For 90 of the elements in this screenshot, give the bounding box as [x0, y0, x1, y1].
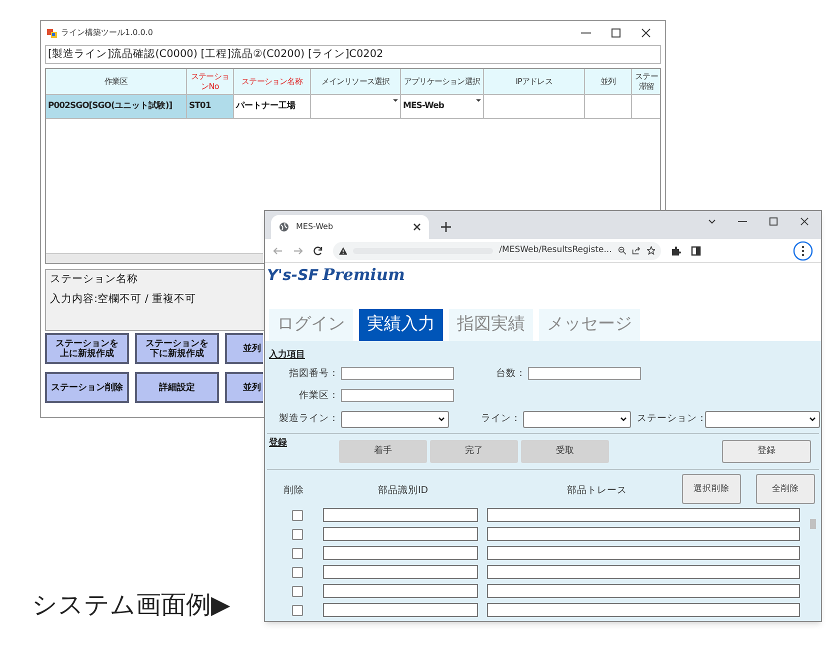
column-header: 部品識別ID	[376, 484, 430, 498]
action-button[interactable]: 並列	[225, 333, 263, 364]
chevron-down-icon	[438, 417, 445, 422]
action-button[interactable]: ステーションを 上に新規作成	[45, 333, 129, 364]
puzzle-icon[interactable]	[671, 246, 681, 256]
register-button[interactable]: 登録	[722, 440, 811, 463]
close-icon[interactable]	[800, 217, 809, 226]
maximize-icon[interactable]	[611, 28, 621, 38]
column-header: 削除	[283, 484, 305, 498]
chevron-down-icon	[809, 417, 816, 422]
input-field[interactable]	[323, 603, 478, 617]
action-button[interactable]: 詳細設定	[135, 372, 219, 403]
chevron-down-icon	[620, 417, 627, 422]
table-cell: P002SGO[SGO(ユニット試験)]	[46, 95, 187, 119]
checkbox[interactable]	[292, 548, 303, 558]
select-field[interactable]	[705, 411, 820, 428]
warning-icon	[339, 246, 348, 254]
dropdown-arrow-icon	[476, 99, 481, 102]
globe-icon	[279, 222, 289, 232]
horizontal-scrollbar[interactable]	[46, 253, 263, 263]
tab-title: MES-Web	[296, 221, 334, 233]
action-button[interactable]: 並列	[225, 372, 263, 403]
reload-icon[interactable]	[313, 246, 323, 256]
nav-tab[interactable]: 実績入力	[359, 309, 443, 341]
side-panel-icon[interactable]	[691, 246, 701, 256]
table-cell: パートナー工場	[234, 95, 311, 119]
dropdown-cell[interactable]: MES-Web	[401, 95, 484, 119]
select-field[interactable]	[523, 411, 631, 428]
field-label: ライン：	[480, 412, 522, 426]
back-arrow-icon[interactable]	[273, 246, 283, 256]
input-field[interactable]	[487, 584, 800, 598]
share-icon[interactable]	[632, 246, 641, 255]
logo: Y's-SF Premium	[266, 264, 406, 283]
input-field[interactable]	[323, 527, 478, 541]
close-icon[interactable]	[641, 28, 651, 38]
column-header: 部品トレース	[566, 484, 628, 498]
dropdown-arrow-icon	[393, 99, 398, 102]
address-bar[interactable]: /MESWeb/ResultsRegiste...	[333, 242, 661, 260]
zoom-icon[interactable]	[618, 246, 626, 255]
info-title: ステーション名称	[50, 272, 138, 287]
input-field[interactable]	[487, 565, 800, 579]
dropdown-cell[interactable]	[311, 95, 401, 119]
url-text: /MESWeb/ResultsRegiste...	[499, 244, 612, 257]
caption: システム画面例▶	[32, 589, 230, 621]
chevron-down-icon[interactable]	[708, 218, 716, 224]
action-button[interactable]: 着手	[339, 440, 427, 463]
new-tab-icon[interactable]	[441, 222, 451, 232]
field-label: ステーション：	[637, 412, 705, 426]
input-field[interactable]	[487, 546, 800, 560]
field-label: 台数：	[495, 366, 527, 380]
input-field[interactable]	[341, 389, 454, 402]
forward-arrow-icon[interactable]	[293, 246, 303, 256]
browser-tab[interactable]: MES-Web	[271, 215, 429, 239]
breadcrumb: [製造ライン]流品確認(C0000) [工程]流品②(C0200) [ライン]C0202	[45, 45, 661, 64]
section-title: 登録	[268, 437, 288, 450]
section-title: 入力項目	[268, 348, 305, 362]
checkbox[interactable]	[292, 586, 303, 596]
field-label: 製造ライン：	[278, 412, 340, 426]
checkbox[interactable]	[292, 510, 303, 520]
input-field[interactable]	[487, 508, 800, 522]
app-icon	[47, 28, 57, 38]
field-label: 作業区：	[298, 388, 340, 403]
action-button[interactable]: 受取	[521, 440, 609, 463]
dropdown-value: MES-Web	[403, 100, 444, 113]
input-field[interactable]	[341, 367, 454, 380]
close-icon[interactable]	[413, 223, 421, 231]
window-title: ライン構築ツール1.0.0.0	[61, 27, 153, 39]
input-field[interactable]	[487, 603, 800, 617]
table-cell: ST01	[187, 95, 234, 119]
input-field[interactable]	[323, 584, 478, 598]
star-icon[interactable]	[646, 246, 656, 255]
menu-icon[interactable]	[793, 240, 813, 260]
field-label: 指図番号：	[288, 366, 340, 380]
input-field[interactable]	[323, 565, 478, 579]
checkbox[interactable]	[292, 604, 303, 616]
input-field[interactable]	[487, 527, 800, 541]
input-field[interactable]	[528, 367, 641, 380]
checkbox[interactable]	[292, 566, 303, 578]
action-button[interactable]: 完了	[430, 440, 518, 463]
info-text: 入力内容:空欄不可 / 重複不可	[50, 292, 196, 307]
delete-button[interactable]: 選択削除	[682, 474, 741, 504]
action-button[interactable]: ステーションを 下に新規作成	[135, 333, 219, 364]
select-field[interactable]	[341, 411, 449, 428]
action-button[interactable]: ステーション削除	[45, 372, 129, 403]
delete-button[interactable]: 全削除	[756, 474, 815, 504]
input-field[interactable]	[323, 546, 478, 560]
input-field[interactable]	[323, 508, 478, 522]
maximize-icon[interactable]	[769, 217, 778, 226]
table-cell	[585, 95, 632, 119]
checkbox[interactable]	[292, 528, 303, 540]
